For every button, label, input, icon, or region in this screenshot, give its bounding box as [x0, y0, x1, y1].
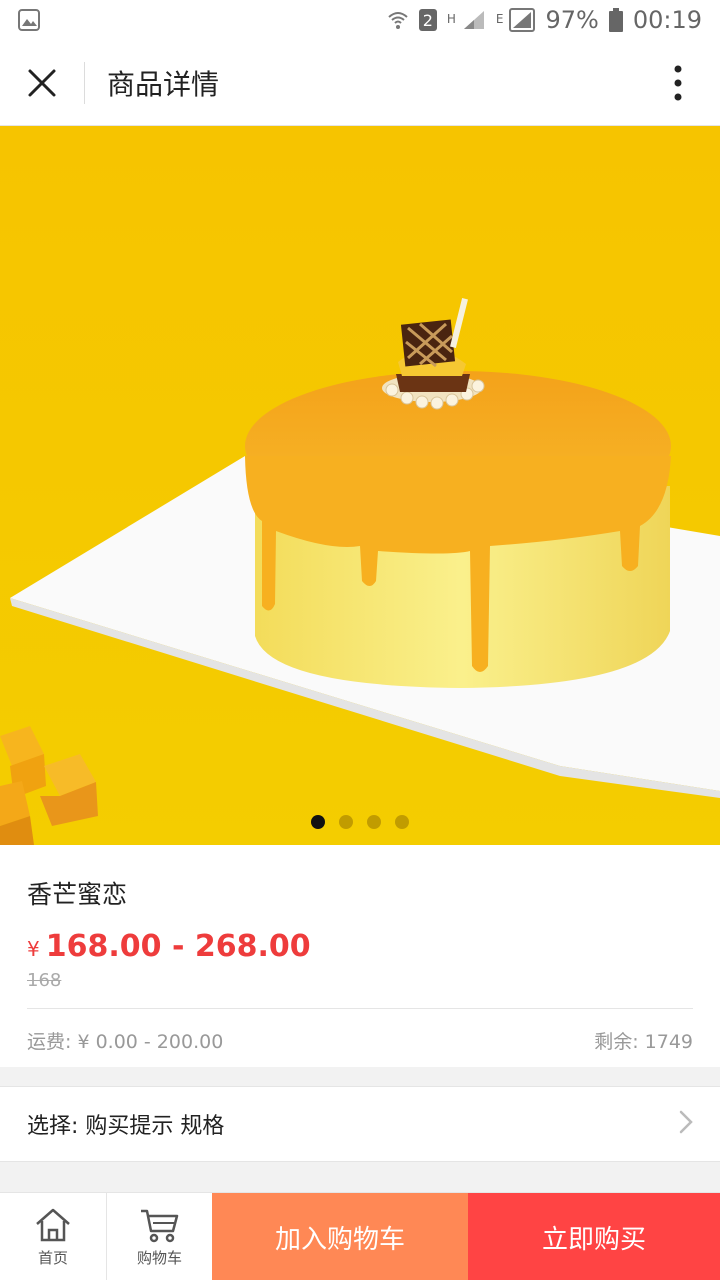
bottom-action-bar: 首页 购物车 加入购物车 立即购买	[0, 1192, 720, 1280]
signal-icon	[462, 9, 486, 31]
header-divider	[84, 61, 85, 104]
buy-now-button[interactable]: 立即购买	[468, 1193, 720, 1280]
app-header: 商品详情	[0, 40, 720, 126]
home-button[interactable]: 首页	[0, 1193, 106, 1280]
add-to-cart-button[interactable]: 加入购物车	[212, 1193, 468, 1280]
battery-icon	[608, 8, 623, 32]
spec-selector-label: 选择: 购买提示 规格	[27, 1114, 225, 1139]
price-range: 168.00 - 268.00	[45, 929, 311, 964]
product-image	[0, 126, 720, 845]
close-button[interactable]	[0, 40, 84, 126]
page-title: 商品详情	[107, 67, 220, 101]
pager-dot[interactable]	[339, 815, 353, 829]
currency-symbol: ¥	[27, 937, 40, 961]
info-divider	[27, 1008, 693, 1009]
more-button[interactable]	[636, 40, 720, 126]
status-bar: 2 H E 97% 00:19	[0, 0, 720, 40]
image-pager	[0, 815, 720, 829]
shipping-fee: 运费: ¥ 0.00 - 200.00	[27, 1031, 224, 1053]
battery-percent: 97%	[545, 6, 599, 34]
network-h-label: H	[446, 12, 456, 26]
gallery-icon	[18, 9, 40, 31]
wifi-icon	[387, 9, 409, 31]
pager-dot[interactable]	[367, 815, 381, 829]
cart-button[interactable]: 购物车	[106, 1193, 212, 1280]
cart-icon	[140, 1209, 178, 1242]
home-icon	[36, 1208, 70, 1241]
spec-selector-row[interactable]: 选择: 购买提示 规格	[0, 1086, 720, 1162]
pager-dot[interactable]	[311, 815, 325, 829]
product-info: 香芒蜜恋 ¥ 168.00 - 268.00 168 运费: ¥ 0.00 - …	[0, 845, 720, 1067]
price-row: ¥ 168.00 - 268.00	[27, 929, 311, 964]
more-vertical-icon	[674, 65, 682, 100]
pager-dot[interactable]	[395, 815, 409, 829]
stock-remaining: 剩余: 1749	[594, 1031, 693, 1053]
chevron-right-icon	[679, 1110, 693, 1138]
home-label: 首页	[37, 1248, 68, 1267]
product-name: 香芒蜜恋	[27, 880, 128, 909]
product-image-carousel[interactable]	[0, 126, 720, 845]
signal-icon	[509, 8, 536, 32]
original-price: 168	[27, 970, 62, 991]
cart-label: 购物车	[136, 1248, 182, 1267]
network-e-label: E	[495, 12, 504, 26]
sim-badge: 2	[418, 9, 437, 31]
clock: 00:19	[632, 6, 702, 34]
close-icon	[28, 69, 56, 96]
